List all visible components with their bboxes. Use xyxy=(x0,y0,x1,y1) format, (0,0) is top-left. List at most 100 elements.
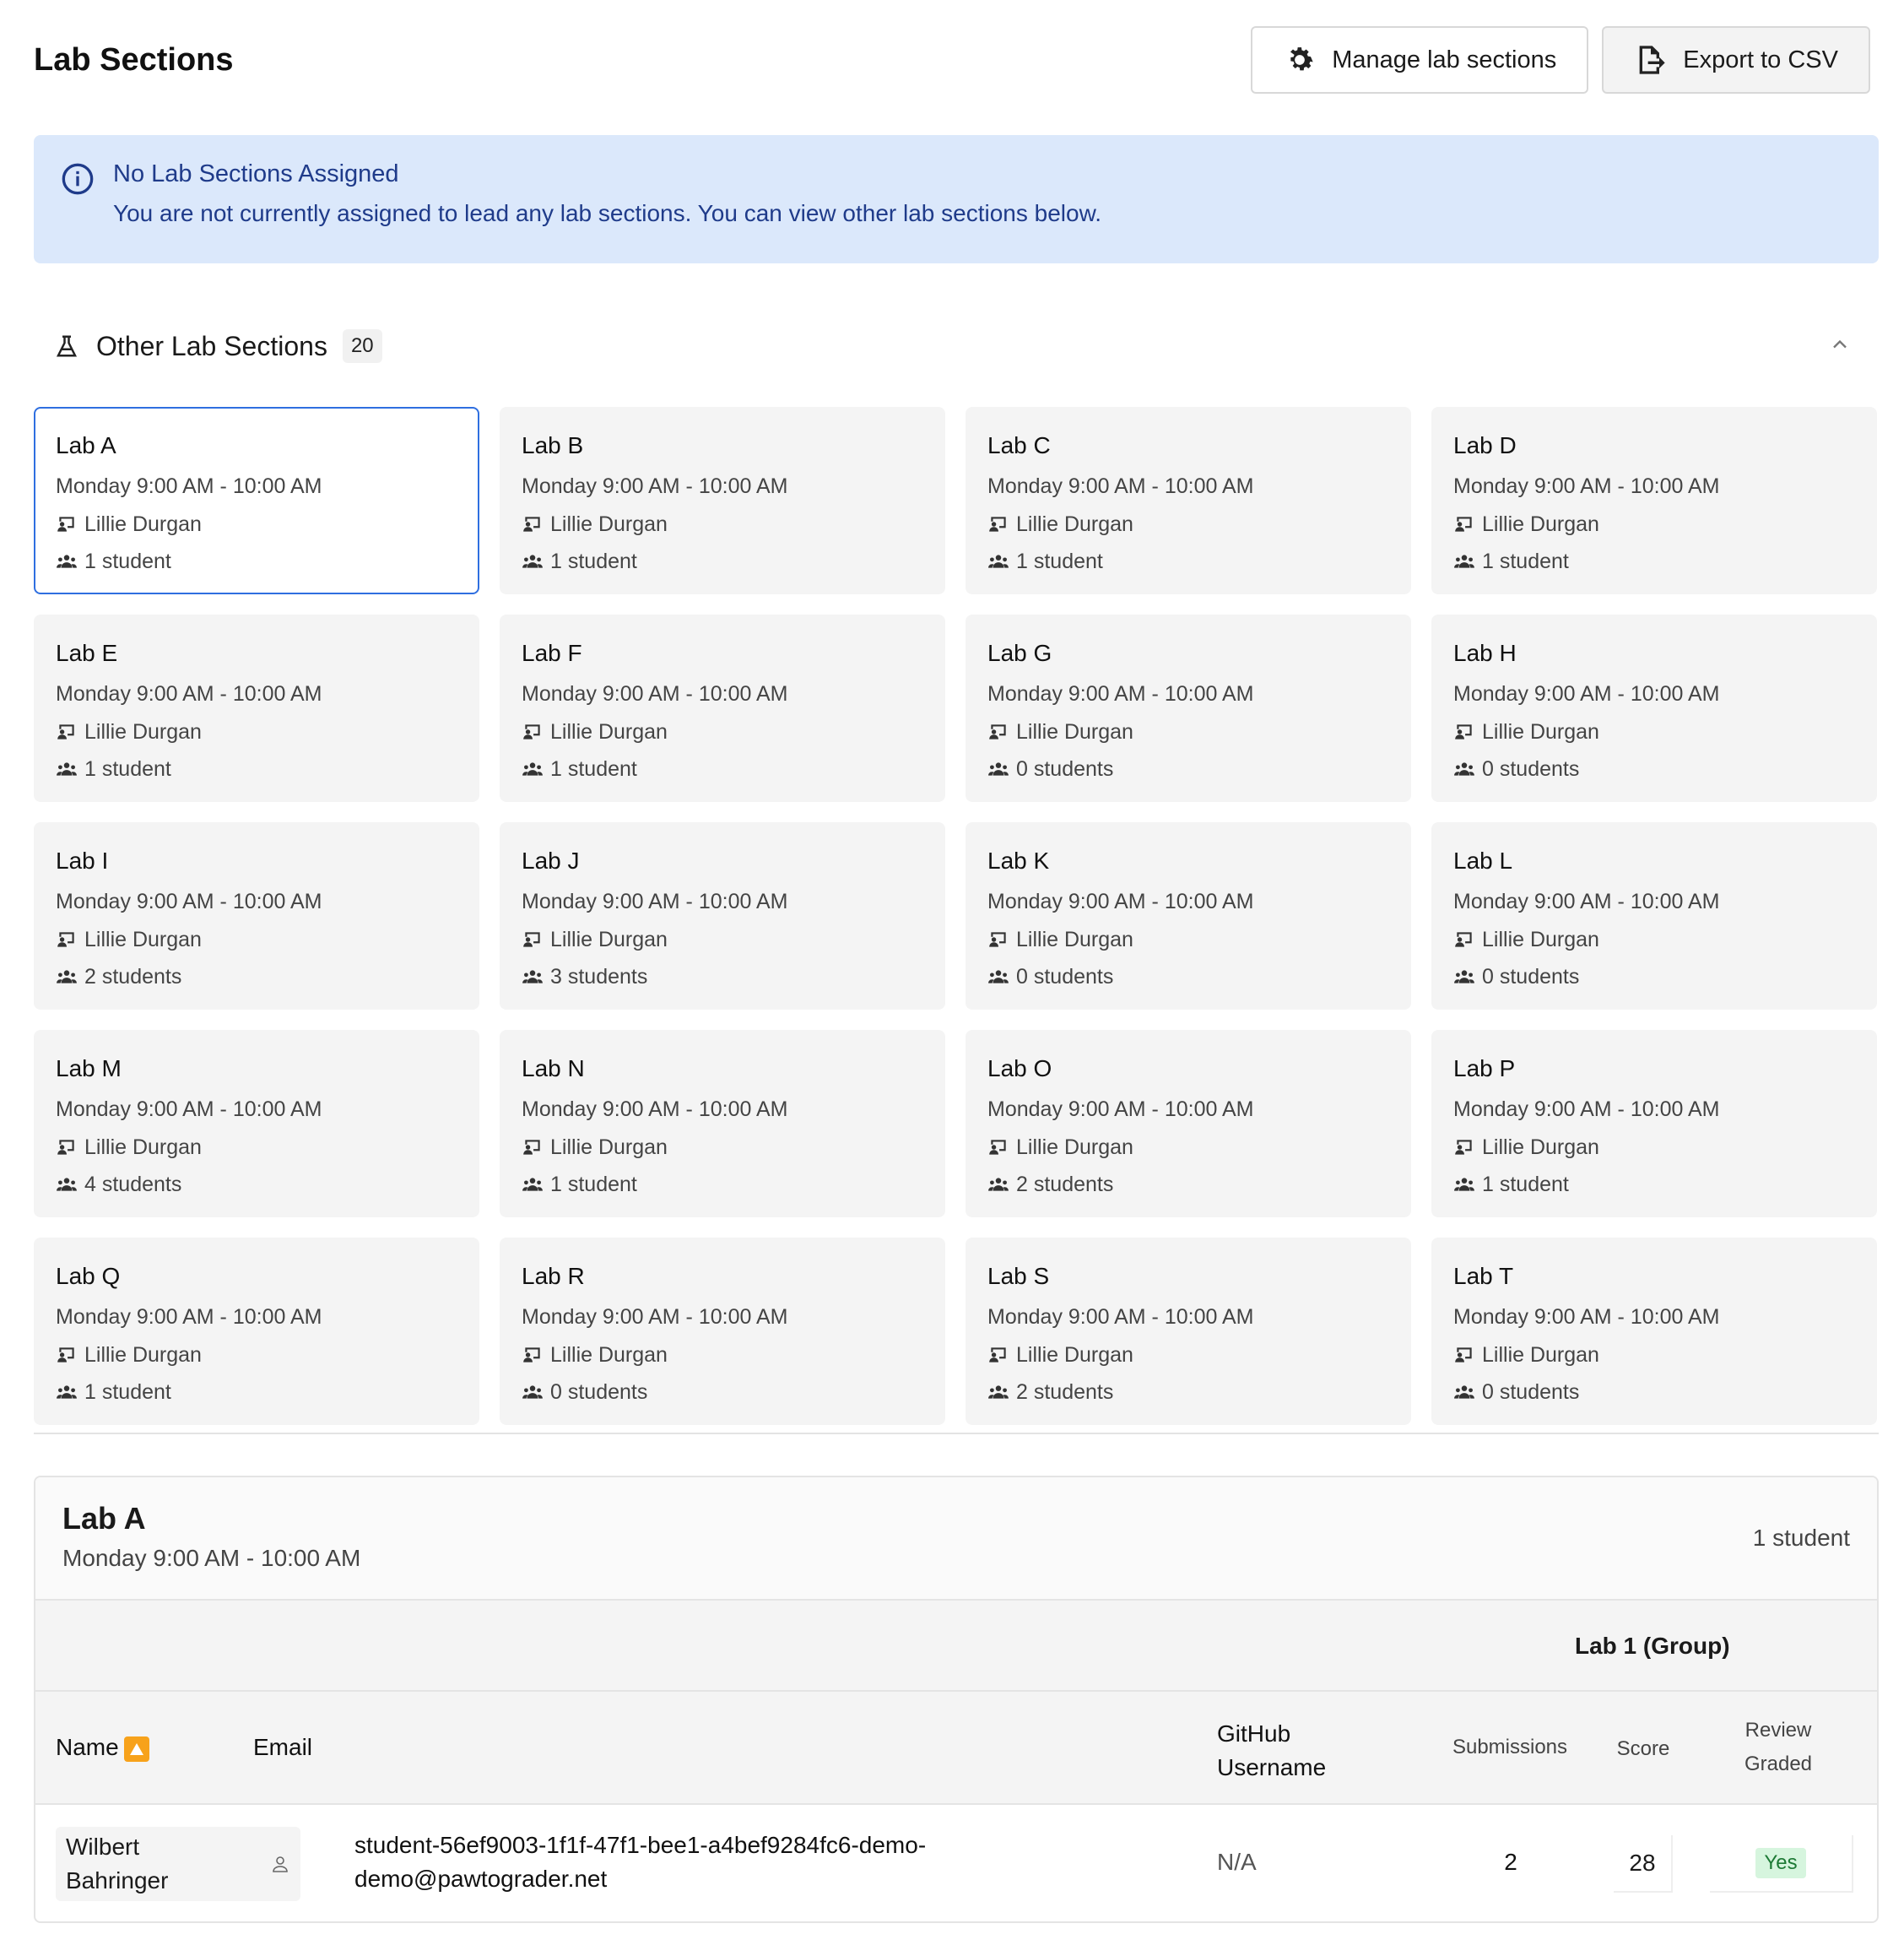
lab-card-leader-name: Lillie Durgan xyxy=(1482,1135,1599,1159)
lab-card[interactable]: Lab O Monday 9:00 AM - 10:00 AM Lillie Dur… xyxy=(966,1030,1411,1217)
lab-card-name: Lab I xyxy=(56,848,109,874)
lab-card-leader: Lillie Durgan xyxy=(987,926,1389,953)
section-count-badge: 20 xyxy=(342,329,382,363)
export-csv-button[interactable]: Export to CSV xyxy=(1602,26,1870,94)
column-review-graded[interactable]: Review Graded xyxy=(1715,1714,1842,1781)
column-score[interactable]: Score xyxy=(1597,1737,1690,1761)
lab-card-name: Lab P xyxy=(1453,1055,1516,1081)
lab-card-name: Lab M xyxy=(56,1055,122,1081)
lab-card[interactable]: Lab C Monday 9:00 AM - 10:00 AM Lillie Dur… xyxy=(966,407,1411,594)
users-icon xyxy=(1454,970,1474,983)
lab-card-name: Lab C xyxy=(987,432,1051,458)
lab-card[interactable]: Lab Q Monday 9:00 AM - 10:00 AM Lillie Dur… xyxy=(34,1238,479,1425)
lab-card-leader: Lillie Durgan xyxy=(56,1341,457,1368)
student-first-name: Wilbert xyxy=(66,1834,140,1860)
lab-card[interactable]: Lab B Monday 9:00 AM - 10:00 AM Lillie Dur… xyxy=(500,407,945,594)
lab-card[interactable]: Lab K Monday 9:00 AM - 10:00 AM Lillie Dur… xyxy=(966,822,1411,1010)
lab-card-time: Monday 9:00 AM - 10:00 AM xyxy=(1453,890,1720,913)
student-submissions: 2 xyxy=(1504,1849,1517,1875)
header-actions: Manage lab sections Export to CSV xyxy=(1251,26,1870,94)
lab-card[interactable]: Lab H Monday 9:00 AM - 10:00 AM Lillie Dur… xyxy=(1431,615,1877,802)
lab-card[interactable]: Lab P Monday 9:00 AM - 10:00 AM Lillie Dur… xyxy=(1431,1030,1877,1217)
lab-card[interactable]: Lab J Monday 9:00 AM - 10:00 AM Lillie Dur… xyxy=(500,822,945,1010)
lab-card-leader-name: Lillie Durgan xyxy=(1016,512,1133,536)
users-icon xyxy=(522,1178,543,1191)
lab-card[interactable]: Lab A Monday 9:00 AM - 10:00 AM Lillie Dur… xyxy=(34,407,479,594)
lab-card-leader: Lillie Durgan xyxy=(522,1341,923,1368)
flask-icon xyxy=(56,335,78,357)
column-github[interactable]: GitHub Username xyxy=(1217,1717,1326,1785)
chalkboard-teacher-icon xyxy=(57,517,74,532)
lab-card-student-count: 0 students xyxy=(550,1379,648,1404)
lab-card[interactable]: Lab L Monday 9:00 AM - 10:00 AM Lillie Dur… xyxy=(1431,822,1877,1010)
lab-card[interactable]: Lab F Monday 9:00 AM - 10:00 AM Lillie Dur… xyxy=(500,615,945,802)
column-email[interactable]: Email xyxy=(253,1734,312,1761)
lab-card-student-count: 1 student xyxy=(1482,1172,1569,1196)
column-github-line1: GitHub xyxy=(1217,1720,1291,1747)
lab-card-student-count: 0 students xyxy=(1482,756,1580,781)
users-icon xyxy=(57,762,77,776)
lab-card-leader: Lillie Durgan xyxy=(1453,718,1855,745)
user-icon[interactable] xyxy=(270,1854,290,1874)
page: Lab Sections Manage lab sections Export … xyxy=(0,0,1904,1945)
chalkboard-teacher-icon xyxy=(989,517,1006,532)
lab-card-student-count: 1 student xyxy=(1016,549,1103,573)
manage-lab-sections-button[interactable]: Manage lab sections xyxy=(1251,26,1589,94)
lab-card[interactable]: Lab R Monday 9:00 AM - 10:00 AM Lillie Dur… xyxy=(500,1238,945,1425)
column-submissions[interactable]: Submissions xyxy=(1447,1736,1573,1759)
lab-card-student-count: 2 students xyxy=(84,964,182,989)
lab-card-time: Monday 9:00 AM - 10:00 AM xyxy=(56,890,322,913)
chalkboard-teacher-icon xyxy=(1455,1140,1472,1155)
lab-card[interactable]: Lab D Monday 9:00 AM - 10:00 AM Lillie Dur… xyxy=(1431,407,1877,594)
lab-card-time: Monday 9:00 AM - 10:00 AM xyxy=(56,1305,322,1329)
lab-card[interactable]: Lab S Monday 9:00 AM - 10:00 AM Lillie Dur… xyxy=(966,1238,1411,1425)
lab-card[interactable]: Lab E Monday 9:00 AM - 10:00 AM Lillie Dur… xyxy=(34,615,479,802)
lab-card-leader: Lillie Durgan xyxy=(56,511,457,538)
lab-detail-header: Lab A Monday 9:00 AM - 10:00 AM 1 studen… xyxy=(35,1477,1877,1601)
lab-detail-title: Lab A xyxy=(62,1501,146,1536)
chevron-up-icon[interactable] xyxy=(1828,333,1852,356)
users-icon xyxy=(522,555,543,568)
chalkboard-teacher-icon xyxy=(57,724,74,740)
users-icon xyxy=(1454,1178,1474,1191)
lab-card-name: Lab Q xyxy=(56,1263,121,1289)
alert-message: You are not currently assigned to lead a… xyxy=(113,200,1102,226)
chalkboard-teacher-icon xyxy=(57,1140,74,1155)
lab-card-leader-name: Lillie Durgan xyxy=(550,1342,668,1367)
student-score[interactable]: 28 xyxy=(1614,1835,1673,1893)
lab-card[interactable]: Lab I Monday 9:00 AM - 10:00 AM Lillie Dur… xyxy=(34,822,479,1010)
column-github-line2: Username xyxy=(1217,1754,1327,1780)
lab-card-time: Monday 9:00 AM - 10:00 AM xyxy=(522,1097,788,1121)
lab-card-students: 1 student xyxy=(522,548,923,575)
chalkboard-teacher-icon xyxy=(523,1140,540,1155)
info-circle-icon xyxy=(62,163,94,195)
lab-card-time: Monday 9:00 AM - 10:00 AM xyxy=(987,1097,1254,1121)
page-header: Lab Sections Manage lab sections Export … xyxy=(34,25,1870,95)
lab-card-students: 1 student xyxy=(522,1171,923,1198)
column-name[interactable]: Name xyxy=(56,1734,149,1762)
table-row[interactable]: Wilbert Bahringer student-56ef9003-1f1f-… xyxy=(35,1805,1877,1921)
chalkboard-teacher-icon xyxy=(1455,1347,1472,1363)
lab-card-leader-name: Lillie Durgan xyxy=(550,1135,668,1159)
lab-card-time: Monday 9:00 AM - 10:00 AM xyxy=(56,682,322,706)
lab-card-leader-name: Lillie Durgan xyxy=(550,927,668,951)
lab-card-time: Monday 9:00 AM - 10:00 AM xyxy=(522,1305,788,1329)
page-title: Lab Sections xyxy=(34,41,234,78)
table-header: Name Email GitHub Username Submissions S… xyxy=(35,1692,1877,1805)
sort-ascending-icon[interactable] xyxy=(123,1736,149,1762)
lab-card-time: Monday 9:00 AM - 10:00 AM xyxy=(1453,1097,1720,1121)
lab-detail-panel: Lab A Monday 9:00 AM - 10:00 AM 1 studen… xyxy=(34,1476,1879,1923)
lab-card-time: Monday 9:00 AM - 10:00 AM xyxy=(987,474,1254,498)
lab-detail-student-count: 1 student xyxy=(1752,1525,1850,1551)
lab-card-students: 3 students xyxy=(522,963,923,990)
chalkboard-teacher-icon xyxy=(1455,517,1472,532)
student-name-cell[interactable]: Wilbert Bahringer xyxy=(56,1827,300,1901)
lab-card[interactable]: Lab G Monday 9:00 AM - 10:00 AM Lillie Dur… xyxy=(966,615,1411,802)
lab-card[interactable]: Lab M Monday 9:00 AM - 10:00 AM Lillie Dur… xyxy=(34,1030,479,1217)
lab-card-time: Monday 9:00 AM - 10:00 AM xyxy=(987,1305,1254,1329)
lab-card[interactable]: Lab N Monday 9:00 AM - 10:00 AM Lillie Dur… xyxy=(500,1030,945,1217)
lab-card-students: 0 students xyxy=(1453,756,1855,783)
lab-card-name: Lab D xyxy=(1453,432,1517,458)
other-lab-sections-header[interactable]: Other Lab Sections 20 xyxy=(54,328,1870,365)
lab-card[interactable]: Lab T Monday 9:00 AM - 10:00 AM Lillie Dur… xyxy=(1431,1238,1877,1425)
